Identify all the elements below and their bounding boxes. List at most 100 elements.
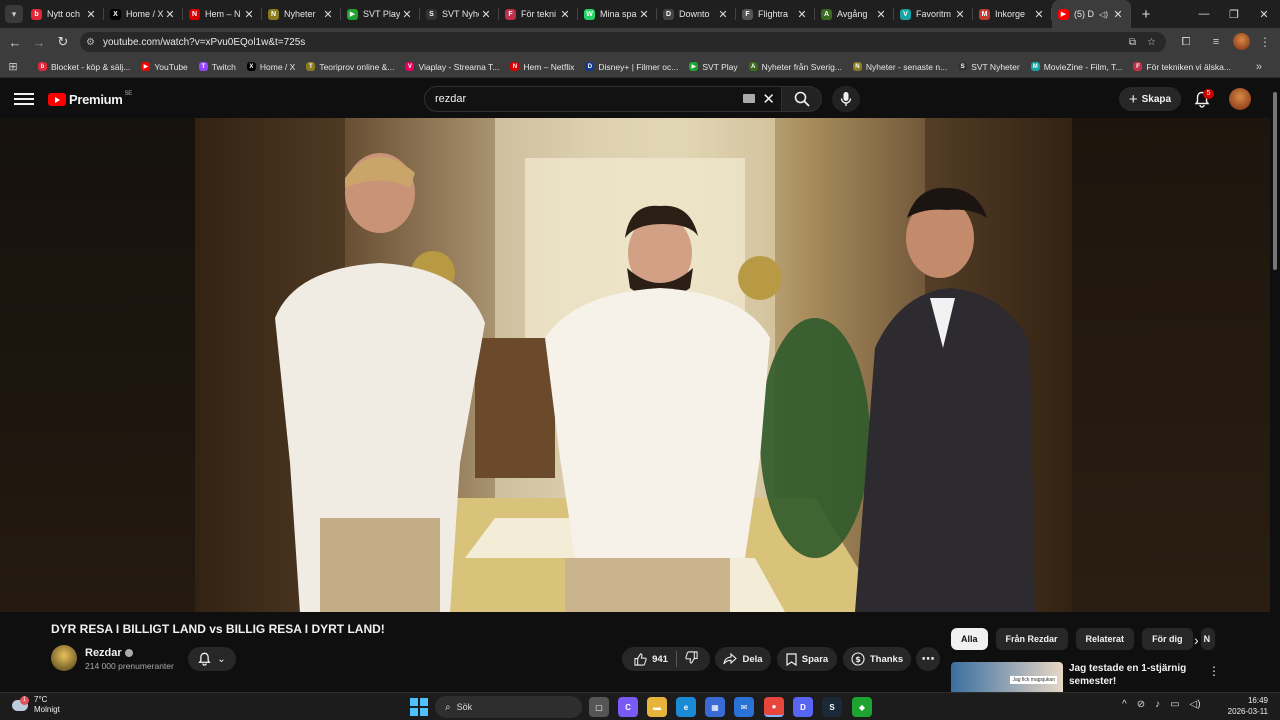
bookmark-item[interactable]: S SVT Nyheter (958, 62, 1020, 72)
channel-avatar[interactable] (51, 645, 77, 671)
close-tab-icon[interactable]: ✕ (795, 8, 809, 21)
search-input[interactable]: rezdar ✕ (424, 86, 782, 112)
close-tab-icon[interactable]: ✕ (479, 8, 493, 21)
network-off-icon[interactable]: ⊘ (1137, 699, 1145, 710)
restore-icon[interactable]: ❐ (1218, 0, 1250, 28)
close-tab-icon[interactable]: ✕ (1032, 8, 1046, 21)
browser-tab[interactable]: b Nytt och ✕ (25, 0, 104, 28)
scrollbar-thumb[interactable] (1273, 92, 1277, 270)
dislike-button[interactable] (685, 651, 698, 667)
display-icon[interactable]: ▭ (1170, 699, 1179, 710)
close-tab-icon[interactable]: ✕ (242, 8, 256, 21)
app-icon[interactable]: ◆ (852, 697, 872, 717)
bookmark-item[interactable]: V Viaplay - Streama T... (405, 62, 499, 72)
notification-settings-button[interactable]: ⌄ (188, 647, 236, 671)
chrome-icon[interactable]: ● (764, 697, 784, 717)
tab-search-icon[interactable]: ▾ (5, 5, 23, 23)
browser-tab[interactable]: ▶ (5) D ◁) ✕ (1052, 0, 1131, 28)
recommendation-thumbnail[interactable]: Jag fick magsjukan (951, 662, 1063, 692)
bookmark-item[interactable]: b Blocket - köp & sälj... (38, 62, 130, 72)
bookmark-item[interactable]: D Disney+ | Filmer oc... (585, 62, 678, 72)
bookmark-item[interactable]: X Home / X (246, 62, 295, 72)
weather-widget[interactable]: 1 7°C Molnigt (12, 695, 60, 715)
bookmark-item[interactable]: ▶ YouTube (141, 62, 188, 72)
filter-chip[interactable]: N (1200, 628, 1215, 650)
browser-tab[interactable]: W Mina spa ✕ (578, 0, 657, 28)
bookmark-star-icon[interactable]: ☆ (1147, 37, 1156, 48)
browser-tab[interactable]: F Flightra ✕ (736, 0, 815, 28)
bookmark-item[interactable]: ▶ SVT Play (689, 62, 738, 72)
bookmark-item[interactable]: N Hem – Netflix (510, 62, 574, 72)
back-icon[interactable]: ← (3, 30, 27, 54)
like-button[interactable]: 941 (634, 652, 668, 666)
close-tab-icon[interactable]: ✕ (637, 8, 651, 21)
thanks-button[interactable]: $ Thanks (843, 647, 911, 671)
clock[interactable]: 16:49 2026-03-11 (1222, 695, 1268, 717)
account-avatar[interactable] (1229, 88, 1251, 110)
forward-icon[interactable]: → (27, 30, 51, 54)
close-tab-icon[interactable]: ✕ (953, 8, 967, 21)
filter-chip[interactable]: Från Rezdar (995, 628, 1068, 650)
steam-icon[interactable]: S (822, 697, 842, 717)
browser-tab[interactable]: ▶ SVT Play ✕ (341, 0, 420, 28)
store-icon[interactable]: ▦ (705, 697, 725, 717)
bookmark-item[interactable]: T Teoriprov online &... (306, 62, 394, 72)
share-button[interactable]: Dela (715, 647, 771, 671)
filter-chip[interactable]: Alla (951, 628, 988, 650)
close-tab-icon[interactable]: ✕ (163, 8, 177, 21)
recommendation-title[interactable]: Jag testade en 1-stjärnig semester! (1069, 662, 1199, 688)
bookmark-item[interactable]: N Nyheter - senaste n... (852, 62, 947, 72)
media-controls-icon[interactable]: ≡ (1206, 32, 1226, 52)
youtube-premium-logo[interactable]: Premium SE (48, 91, 132, 107)
browser-menu-icon[interactable]: ⋮ (1258, 32, 1272, 52)
browser-tab[interactable]: V Favoritm ✕ (894, 0, 973, 28)
site-info-icon[interactable]: ⚙ (86, 37, 95, 48)
extensions-icon[interactable]: ⧠ (1176, 32, 1196, 52)
browser-tab[interactable]: D Downto ✕ (657, 0, 736, 28)
tray-chevron-icon[interactable]: ^ (1122, 699, 1127, 710)
windows-start-icon[interactable] (410, 698, 428, 716)
browser-tab[interactable]: X Home / X ✕ (104, 0, 183, 28)
mail-icon[interactable]: ✉ (734, 697, 754, 717)
close-tab-icon[interactable]: ✕ (874, 8, 888, 21)
file-explorer-icon[interactable]: ▬ (647, 697, 667, 717)
tab-audio-icon[interactable]: ◁) (1099, 10, 1108, 19)
minimize-icon[interactable]: — (1188, 0, 1220, 28)
bookmark-item[interactable]: M MovieZine - Film, T... (1030, 62, 1122, 72)
close-tab-icon[interactable]: ✕ (400, 8, 414, 21)
hamburger-menu-icon[interactable] (14, 90, 34, 108)
close-tab-icon[interactable]: ✕ (1111, 8, 1125, 21)
voice-search-button[interactable] (832, 86, 860, 112)
browser-tab[interactable]: N Hem – N ✕ (183, 0, 262, 28)
bookmark-item[interactable]: T Twitch (198, 62, 236, 72)
tray-mic-icon[interactable]: ♪ (1155, 699, 1160, 710)
create-button[interactable]: + Skapa (1119, 87, 1181, 111)
save-button[interactable]: Spara (777, 647, 837, 671)
copilot-icon[interactable]: C (618, 697, 638, 717)
recommendation-menu-icon[interactable]: ⋮ (1208, 664, 1220, 678)
volume-icon[interactable]: ◁) (1190, 699, 1201, 710)
keyboard-icon[interactable] (743, 94, 755, 103)
cast-icon[interactable]: ⧉ (1129, 37, 1136, 48)
address-bar[interactable]: ⚙ youtube.com/watch?v=xPvu0EQol1w&t=725s… (80, 32, 1166, 52)
close-tab-icon[interactable]: ✕ (321, 8, 335, 21)
close-tab-icon[interactable]: ✕ (716, 8, 730, 21)
task-view-icon[interactable]: ▢ (589, 697, 609, 717)
filter-chip[interactable]: Relaterat (1075, 628, 1135, 650)
new-tab-button[interactable]: + (1135, 6, 1157, 23)
discord-icon[interactable]: D (793, 697, 813, 717)
close-tab-icon[interactable]: ✕ (84, 8, 98, 21)
edge-icon[interactable]: e (676, 697, 696, 717)
browser-tab[interactable]: S SVT Nyhe ✕ (420, 0, 499, 28)
close-tab-icon[interactable]: ✕ (558, 8, 572, 21)
close-window-icon[interactable]: ✕ (1248, 0, 1280, 28)
browser-tab[interactable]: A Avgång ✕ (815, 0, 894, 28)
filter-chip[interactable]: För dig (1142, 628, 1193, 650)
bookmark-item[interactable]: A Nyheter från Sverig... (748, 62, 842, 72)
reload-icon[interactable]: ↻ (51, 30, 75, 54)
more-actions-icon[interactable]: ⋯ (916, 647, 940, 671)
channel-name[interactable]: Rezdar (85, 647, 133, 659)
more-bookmarks-icon[interactable]: » (1256, 61, 1262, 73)
video-frame[interactable] (195, 118, 1072, 612)
search-button[interactable] (782, 86, 822, 112)
